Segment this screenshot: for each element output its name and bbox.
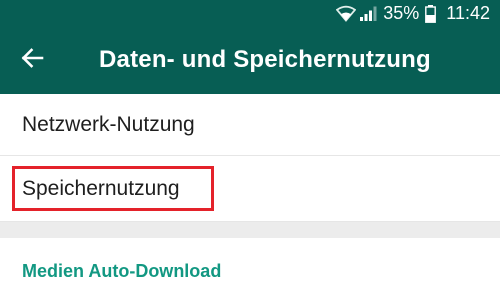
page-title: Daten- und Speichernutzung: [99, 46, 431, 73]
arrow-left-icon: [20, 46, 44, 75]
status-bar: 35% 11:42: [0, 0, 500, 27]
list-item-label: Netzwerk-Nutzung: [22, 112, 195, 136]
highlight-box: [12, 166, 214, 211]
battery-percent: 35%: [383, 3, 420, 23]
section-header-media-auto-download: Medien Auto-Download: [22, 261, 222, 281]
status-indicators: 35% 11:42: [336, 3, 490, 24]
list-item-network-usage[interactable]: Netzwerk-Nutzung: [0, 94, 500, 156]
clock: 11:42: [446, 3, 490, 23]
signal-icon: [359, 5, 377, 22]
app-bar: Daten- und Speichernutzung: [0, 27, 500, 94]
back-button[interactable]: [8, 36, 56, 84]
battery-icon: [425, 4, 437, 23]
screen: 35% 11:42 Daten- und Speichernutzung Net…: [0, 0, 500, 300]
section-divider: [0, 222, 500, 238]
wifi-icon: [336, 5, 357, 22]
